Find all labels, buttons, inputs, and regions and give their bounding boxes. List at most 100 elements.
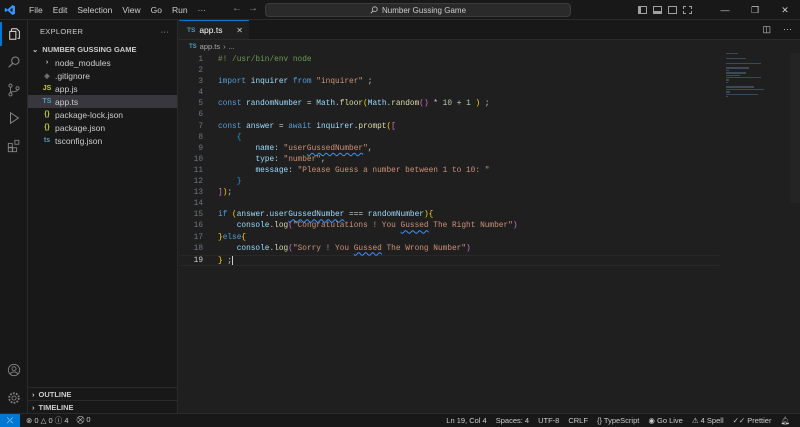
breadcrumb-file[interactable]: app.ts	[200, 42, 220, 51]
file-tree-item[interactable]: TS app.ts	[28, 95, 177, 108]
code-line[interactable]: 8 {	[179, 133, 719, 144]
minimap[interactable]	[726, 53, 782, 99]
file-tree-item[interactable]: ◆ .gitignore	[28, 69, 177, 82]
breadcrumb-more[interactable]: ...	[229, 42, 235, 51]
editor-area: TS app.ts ✕ ◫ ··· TS app.ts › ... 1 #! /u…	[179, 20, 800, 413]
source-control-icon[interactable]	[0, 78, 28, 102]
minimap-line	[726, 79, 729, 81]
code-line[interactable]: 18 console.log("Sorry ! You Gussed The W…	[179, 244, 719, 255]
code-line[interactable]: 2	[179, 66, 719, 77]
menu-item[interactable]: Run	[167, 0, 193, 20]
prettier-label: Prettier	[747, 416, 772, 425]
outline-section[interactable]: › OUTLINE	[28, 387, 178, 400]
minimap-line	[726, 86, 754, 88]
language-mode[interactable]: {} TypeScript	[597, 416, 639, 425]
code-line[interactable]: 14	[179, 199, 719, 210]
menu-item[interactable]: Go	[146, 0, 167, 20]
toggle-secondary-sidebar-icon[interactable]	[668, 6, 677, 14]
tsconfig-file-icon: ts	[43, 137, 51, 144]
file-tree-item[interactable]: {} package-lock.json	[28, 108, 177, 121]
restore-button[interactable]: ❐	[740, 0, 770, 20]
workspace-folder[interactable]: ⌄ NUMBER GUSSING GAME	[28, 42, 177, 56]
end-of-line[interactable]: CRLF	[568, 416, 588, 425]
close-tab-icon[interactable]: ✕	[236, 26, 243, 35]
line-number: 4	[198, 89, 203, 98]
line-number: 16	[193, 222, 203, 231]
timeline-label: TIMELINE	[38, 402, 74, 412]
menu-item[interactable]: File	[24, 0, 48, 20]
back-arrow-icon[interactable]: ←	[232, 3, 242, 14]
code-line[interactable]: 15 if (answer.userGussedNumber === random…	[179, 210, 719, 221]
cursor-position[interactable]: Ln 19, Col 4	[446, 416, 486, 425]
line-number: 18	[193, 244, 203, 253]
code-line[interactable]: 19} ;	[179, 254, 719, 266]
code-text: #! /usr/bin/env node	[218, 56, 312, 64]
code-line[interactable]: 9 name: "userGussedNumber",	[179, 144, 719, 155]
code-line[interactable]: 11 message: "Please Guess a number betwe…	[179, 166, 719, 177]
file-tree-item-label: app.js	[55, 83, 78, 94]
indentation[interactable]: Spaces: 4	[496, 416, 529, 425]
problems-indicator[interactable]: ⊗ 0 △ 0 ⓘ 4	[26, 415, 69, 426]
code-line[interactable]: 1 #! /usr/bin/env node	[179, 55, 719, 66]
customize-layout-icon[interactable]	[683, 6, 692, 14]
run-debug-icon[interactable]	[0, 106, 28, 130]
manage-gear-icon[interactable]	[0, 386, 28, 410]
split-editor-icon[interactable]: ◫	[762, 24, 771, 35]
code-line[interactable]: 3 import inquirer from "inquirer" ;	[179, 77, 719, 88]
file-tree: › node_modules ◆ .gitignore JS app.js TS app.ts…	[28, 56, 177, 147]
spell-indicator[interactable]: ⚠ 4 Spell	[692, 416, 724, 425]
tab-app-ts[interactable]: TS app.ts ✕	[179, 20, 249, 39]
ports-indicator[interactable]: ⛒ 0	[77, 415, 91, 426]
more-actions-icon[interactable]: ···	[161, 27, 169, 36]
menu-item[interactable]: ···	[193, 0, 212, 20]
toggle-primary-sidebar-icon[interactable]	[638, 6, 647, 14]
file-tree-item-label: .gitignore	[55, 70, 90, 81]
code-line[interactable]: 13]);	[179, 188, 719, 199]
menu-item[interactable]: Selection	[72, 0, 117, 20]
prettier-indicator[interactable]: ✓✓ Prettier	[733, 416, 772, 425]
menu-item[interactable]: Edit	[48, 0, 73, 20]
accounts-icon[interactable]	[0, 358, 28, 382]
search-icon	[370, 6, 378, 14]
extensions-icon[interactable]	[0, 134, 28, 158]
code-line[interactable]: 17}else{	[179, 233, 719, 244]
code-line[interactable]: 6	[179, 110, 719, 121]
file-tree-item[interactable]: JS app.js	[28, 82, 177, 95]
code-line[interactable]: 4	[179, 88, 719, 99]
minimap-line	[726, 74, 740, 76]
json-file-icon: {}	[44, 124, 50, 131]
file-tree-item-label: app.ts	[55, 96, 79, 107]
go-live-button[interactable]: ◉ Go Live	[648, 416, 683, 425]
minimize-button[interactable]: —	[710, 0, 740, 20]
code-line[interactable]: 12 }	[179, 177, 719, 188]
code-line[interactable]: 7 const answer = await inquirer.prompt([	[179, 122, 719, 133]
forward-arrow-icon[interactable]: →	[248, 3, 258, 14]
code-editor[interactable]: 1 #! /usr/bin/env node 2 3 import inquirer f…	[179, 55, 719, 266]
json-file-icon: {}	[44, 111, 50, 118]
editor-more-actions-icon[interactable]: ···	[783, 24, 792, 35]
code-text: }	[236, 178, 242, 187]
menu-item[interactable]: View	[117, 0, 145, 20]
editor-scrollbar[interactable]	[790, 53, 800, 203]
line-number: 7	[198, 122, 203, 131]
warning-count: 0	[48, 416, 53, 425]
line-number: 9	[198, 144, 203, 153]
encoding[interactable]: UTF-8	[538, 416, 559, 425]
file-tree-item[interactable]: ts tsconfig.json	[28, 134, 177, 147]
code-line[interactable]: 10 type: "number",	[179, 155, 719, 166]
minimap-line	[726, 96, 728, 98]
explorer-icon[interactable]	[0, 22, 28, 46]
code-text: {	[236, 133, 242, 142]
notifications-bell-icon[interactable]: 🔔︎	[780, 416, 790, 425]
file-tree-item[interactable]: {} package.json	[28, 121, 177, 134]
search-activity-icon[interactable]	[0, 50, 28, 74]
toggle-panel-icon[interactable]	[653, 6, 662, 14]
file-tree-item[interactable]: › node_modules	[28, 56, 177, 69]
code-line[interactable]: 5 const randomNumber = Math.floor(Math.ra…	[179, 99, 719, 110]
close-window-button[interactable]: ✕	[770, 0, 800, 20]
code-line[interactable]: 16 console.log("Congratulations ! You Gu…	[179, 221, 719, 232]
command-center-search[interactable]: Number Gussing Game	[265, 3, 571, 17]
timeline-section[interactable]: › TIMELINE	[28, 400, 178, 413]
remote-indicator-icon[interactable]: ⤫	[0, 413, 20, 427]
